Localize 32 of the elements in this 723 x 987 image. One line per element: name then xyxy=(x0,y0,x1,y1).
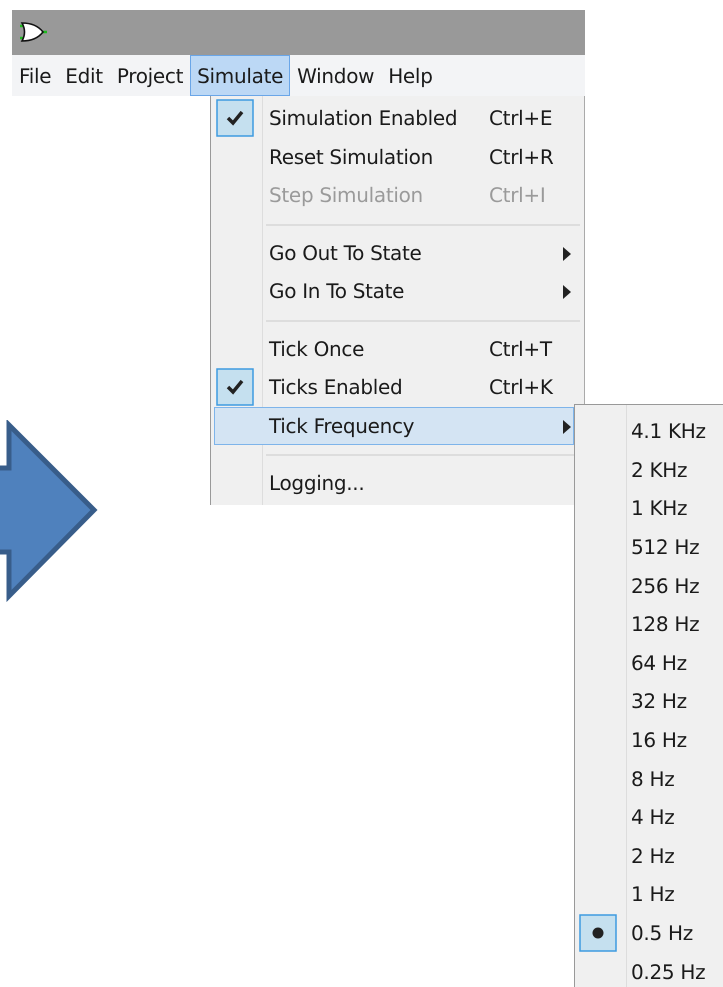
menu-title[interactable]: File xyxy=(12,55,58,96)
menu-title[interactable]: Edit xyxy=(58,55,110,96)
menu-item[interactable]: 8 Hz xyxy=(575,759,723,798)
menu-item[interactable]: Go In To State xyxy=(214,272,574,310)
menu-item[interactable]: 0.25 Hz xyxy=(575,952,723,987)
menu-item[interactable]: 2 Hz xyxy=(575,836,723,876)
menu-item[interactable]: Reset Simulation Ctrl+R xyxy=(214,138,574,176)
checkmark-icon xyxy=(216,99,254,138)
menu-item[interactable]: Tick Once Ctrl+T xyxy=(214,330,574,368)
menu-item[interactable]: 128 Hz xyxy=(575,604,723,644)
checkmark-icon xyxy=(216,368,254,406)
menu-item[interactable]: 0.5 Hz xyxy=(575,914,723,952)
menu-item[interactable]: 256 Hz xyxy=(575,566,723,605)
menu-item[interactable]: Tick Frequency xyxy=(214,406,574,445)
menu-item[interactable]: 2 KHz xyxy=(575,450,723,490)
menu-item[interactable]: 1 KHz xyxy=(575,489,723,528)
menu-item[interactable]: Logging... xyxy=(214,464,574,502)
logic-gate-icon xyxy=(18,20,48,44)
menu-item[interactable]: 1 Hz xyxy=(575,875,723,914)
menu-item[interactable]: Go Out To State xyxy=(214,234,574,272)
menu-item[interactable]: Simulation Enabled Ctrl+E xyxy=(214,99,574,138)
menu-item[interactable]: 64 Hz xyxy=(575,644,723,682)
menu-item[interactable]: Ticks Enabled Ctrl+K xyxy=(214,368,574,406)
menu-item[interactable]: 4.1 KHz xyxy=(575,412,723,451)
menu-title[interactable]: Help xyxy=(381,55,440,96)
menu-item[interactable]: 4 Hz xyxy=(575,798,723,837)
menu-item[interactable]: 32 Hz xyxy=(575,682,723,721)
menu-title[interactable]: Project xyxy=(110,55,190,96)
menu-item[interactable]: 512 Hz xyxy=(575,528,723,566)
menu-title[interactable]: Simulate xyxy=(190,55,290,96)
menu-title[interactable]: Window xyxy=(290,55,382,96)
menu-item[interactable]: 16 Hz xyxy=(575,720,723,760)
